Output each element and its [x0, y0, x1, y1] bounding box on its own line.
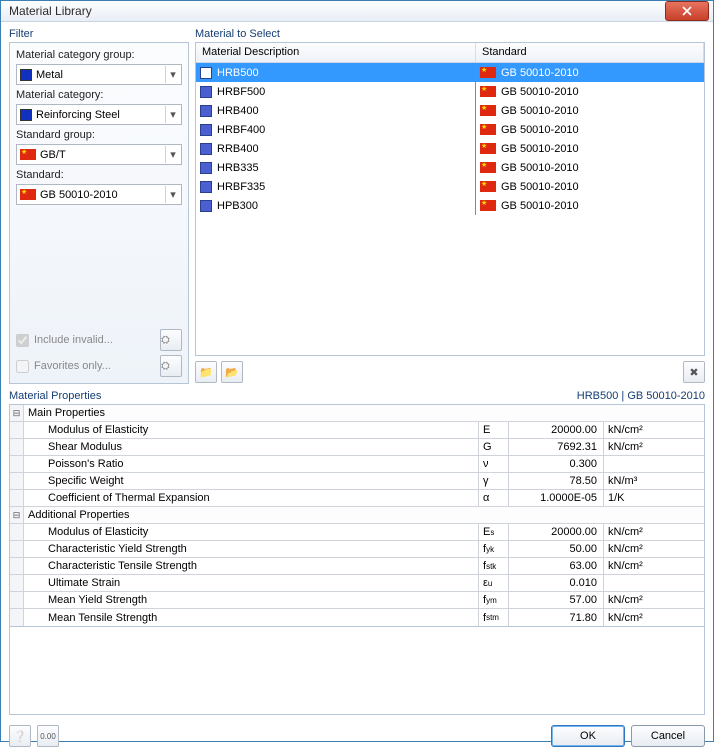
list-item[interactable]: HPB300GB 50010-2010: [196, 196, 704, 215]
filter-panel: Material category group: Metal ▾ Materia…: [9, 42, 189, 384]
cat-group-label: Material category group:: [16, 49, 182, 61]
property-row[interactable]: Characteristic Yield Strengthfyk50.00kN/…: [10, 541, 704, 558]
delete-button[interactable]: ✖: [683, 361, 705, 383]
flag-cn-icon: [480, 143, 496, 154]
list-header: Material Description Standard: [196, 43, 704, 63]
std-group-label: Standard group:: [16, 129, 182, 141]
close-button[interactable]: [665, 1, 709, 21]
cancel-button[interactable]: Cancel: [631, 725, 705, 747]
chevron-down-icon: ▾: [165, 66, 180, 83]
list-item[interactable]: HRBF400GB 50010-2010: [196, 120, 704, 139]
ok-button[interactable]: OK: [551, 725, 625, 747]
props-title: Material Properties: [9, 390, 101, 402]
material-swatch-icon: [200, 200, 212, 212]
material-list[interactable]: Material Description Standard HRB500GB 5…: [195, 42, 705, 356]
close-icon: [682, 6, 692, 16]
favorites-only-label: Favorites only...: [34, 360, 155, 372]
property-row[interactable]: Ultimate Strainεu0.010: [10, 575, 704, 592]
properties-grid-empty: [9, 627, 705, 715]
window-title: Material Library: [9, 4, 665, 18]
collapse-icon[interactable]: ⊟: [10, 507, 24, 523]
chevron-down-icon: ▾: [165, 106, 180, 123]
flag-cn-icon: [480, 162, 496, 173]
flag-cn-icon: [480, 181, 496, 192]
flag-cn-icon: [480, 200, 496, 211]
list-item[interactable]: HRB400GB 50010-2010: [196, 101, 704, 120]
list-item[interactable]: RRB400GB 50010-2010: [196, 139, 704, 158]
help-icon: ❔: [13, 730, 27, 743]
settings-icon: ⛭: [161, 334, 181, 347]
property-row[interactable]: Mean Tensile Strengthfstm71.80kN/cm²: [10, 609, 704, 626]
units-button[interactable]: 0.00: [37, 725, 59, 747]
flag-cn-icon: [480, 86, 496, 97]
material-swatch-icon: [200, 67, 212, 79]
list-item[interactable]: HRB500GB 50010-2010: [196, 63, 704, 82]
favorites-only-checkbox[interactable]: [16, 360, 29, 373]
select-title: Material to Select: [195, 28, 705, 40]
delete-icon: ✖: [689, 366, 698, 379]
folder-open-icon: 📂: [225, 366, 239, 379]
col-description[interactable]: Material Description: [196, 43, 476, 62]
flag-cn-icon: [480, 67, 496, 78]
list-item[interactable]: HRBF335GB 50010-2010: [196, 177, 704, 196]
property-row[interactable]: Characteristic Tensile Strengthfstk63.00…: [10, 558, 704, 575]
flag-cn-icon: [20, 189, 36, 200]
property-row[interactable]: Modulus of ElasticityE20000.00kN/cm²: [10, 422, 704, 439]
flag-cn-icon: [480, 105, 496, 116]
material-library-dialog: Material Library Filter Material categor…: [0, 0, 714, 742]
property-row[interactable]: Shear ModulusG7692.31kN/cm²: [10, 439, 704, 456]
metal-swatch-icon: [20, 69, 32, 81]
material-swatch-icon: [200, 86, 212, 98]
list-item[interactable]: HRBF500GB 50010-2010: [196, 82, 704, 101]
properties-grid[interactable]: ⊟Main PropertiesModulus of ElasticityE20…: [9, 404, 705, 627]
material-swatch-icon: [200, 105, 212, 117]
collapse-icon[interactable]: ⊟: [10, 405, 24, 421]
cat-label: Material category:: [16, 89, 182, 101]
std-group-combo[interactable]: GB/T ▾: [16, 144, 182, 165]
favorites-settings-button[interactable]: ⛭: [160, 355, 182, 377]
open-button[interactable]: 📂: [221, 361, 243, 383]
property-row[interactable]: Coefficient of Thermal Expansionα1.0000E…: [10, 490, 704, 507]
property-row[interactable]: Modulus of ElasticityEs20000.00kN/cm²: [10, 524, 704, 541]
chevron-down-icon: ▾: [165, 146, 180, 163]
flag-cn-icon: [480, 124, 496, 135]
help-button[interactable]: ❔: [9, 725, 31, 747]
std-combo[interactable]: GB 50010-2010 ▾: [16, 184, 182, 205]
material-swatch-icon: [200, 124, 212, 136]
units-icon: 0.00: [40, 732, 56, 741]
list-item[interactable]: HRB335GB 50010-2010: [196, 158, 704, 177]
folder-star-icon: 📁: [199, 366, 213, 379]
props-context: HRB500 | GB 50010-2010: [577, 390, 705, 402]
cat-group-combo[interactable]: Metal ▾: [16, 64, 182, 85]
property-row[interactable]: Mean Yield Strengthfym57.00kN/cm²: [10, 592, 704, 609]
property-row[interactable]: Specific Weightγ78.50kN/m³: [10, 473, 704, 490]
chevron-down-icon: ▾: [165, 186, 180, 203]
steel-swatch-icon: [20, 109, 32, 121]
cat-combo[interactable]: Reinforcing Steel ▾: [16, 104, 182, 125]
include-invalid-label: Include invalid...: [34, 334, 155, 346]
filter-title: Filter: [9, 28, 189, 40]
include-invalid-checkbox[interactable]: [16, 334, 29, 347]
titlebar: Material Library: [1, 1, 713, 22]
settings-icon: ⛭: [161, 360, 181, 373]
flag-cn-icon: [20, 149, 36, 160]
material-swatch-icon: [200, 181, 212, 193]
property-row[interactable]: Poisson's Ratioν0.300: [10, 456, 704, 473]
material-swatch-icon: [200, 162, 212, 174]
col-standard[interactable]: Standard: [476, 43, 704, 62]
std-label: Standard:: [16, 169, 182, 181]
new-folder-button[interactable]: 📁: [195, 361, 217, 383]
include-invalid-settings-button[interactable]: ⛭: [160, 329, 182, 351]
material-swatch-icon: [200, 143, 212, 155]
